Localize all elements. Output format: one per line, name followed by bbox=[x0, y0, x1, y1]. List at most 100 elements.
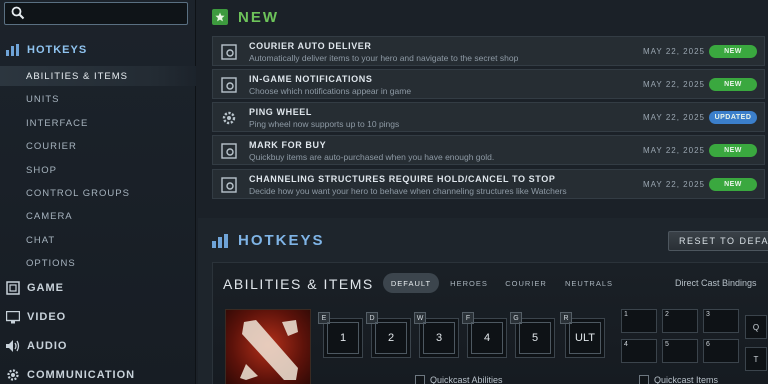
side-item-slot[interactable]: T bbox=[745, 347, 767, 371]
ability-slot[interactable]: D 2 bbox=[366, 312, 411, 358]
sidebar-section-label: HOTKEYS bbox=[27, 44, 88, 56]
sidebar-item-shop[interactable]: SHOP bbox=[0, 160, 196, 180]
speaker-icon bbox=[5, 338, 21, 354]
sidebar-section-video[interactable]: VIDEO bbox=[0, 304, 196, 330]
ability-slot-label: ULT bbox=[569, 322, 601, 354]
sidebar-item-options[interactable]: OPTIONS bbox=[0, 253, 196, 273]
item-slot-number: 4 bbox=[624, 341, 628, 348]
item-slot[interactable]: 5 bbox=[662, 339, 698, 363]
star-icon bbox=[212, 9, 228, 25]
monitor-icon bbox=[5, 309, 21, 325]
sidebar-section-label: AUDIO bbox=[27, 340, 68, 352]
settings-window-icon bbox=[221, 143, 237, 159]
ability-slot[interactable]: W 3 bbox=[414, 312, 459, 358]
sidebar-section-communication[interactable]: COMMUNICATION bbox=[0, 362, 196, 384]
news-row[interactable]: CHANNELING STRUCTURES REQUIRE HOLD/CANCE… bbox=[212, 169, 765, 199]
ability-slot[interactable]: F 4 bbox=[462, 312, 507, 358]
ability-slot-label: 2 bbox=[375, 322, 407, 354]
panel-title: ABILITIES & ITEMS bbox=[223, 276, 374, 292]
ultimate-slot[interactable]: R ULT bbox=[560, 312, 605, 358]
side-item-slot[interactable]: Q bbox=[745, 315, 767, 339]
dota-logo-icon bbox=[240, 320, 298, 380]
news-title: PING WHEEL bbox=[249, 107, 313, 117]
search-input[interactable] bbox=[4, 2, 188, 25]
updated-badge: UPDATED bbox=[709, 111, 757, 124]
item-slot-number: 5 bbox=[665, 341, 669, 348]
news-row[interactable]: IN-GAME NOTIFICATIONS Choose which notif… bbox=[212, 69, 765, 99]
news-title: IN-GAME NOTIFICATIONS bbox=[249, 74, 373, 84]
settings-sidebar: HOTKEYS ABILITIES & ITEMS UNITS INTERFAC… bbox=[0, 0, 196, 384]
sidebar-section-game[interactable]: GAME bbox=[0, 275, 196, 301]
news-title: MARK FOR BUY bbox=[249, 140, 327, 150]
new-section-header: NEW bbox=[212, 6, 279, 28]
hotkeys-header: HOTKEYS bbox=[212, 232, 325, 249]
gear-icon bbox=[222, 111, 236, 125]
tab-default[interactable]: DEFAULT bbox=[383, 273, 439, 293]
hero-portrait bbox=[225, 309, 311, 384]
ability-slot-label: 4 bbox=[471, 322, 503, 354]
news-title: COURIER AUTO DELIVER bbox=[249, 41, 372, 51]
sidebar-item-interface[interactable]: INTERFACE bbox=[0, 113, 196, 133]
direct-cast-bindings-label: Direct Cast Bindings bbox=[675, 278, 757, 288]
sidebar-section-label: GAME bbox=[27, 282, 64, 294]
ability-slot-label: 3 bbox=[423, 322, 455, 354]
new-section-title: NEW bbox=[238, 8, 279, 26]
ability-slot-label: 5 bbox=[519, 322, 551, 354]
settings-window-icon bbox=[221, 177, 237, 193]
ability-slot[interactable]: E 1 bbox=[318, 312, 363, 358]
tab-neutrals[interactable]: NEUTRALS bbox=[561, 273, 617, 293]
sidebar-item-chat[interactable]: CHAT bbox=[0, 230, 196, 250]
item-slot-number: 2 bbox=[665, 311, 669, 318]
item-slot-number: 6 bbox=[706, 341, 710, 348]
ability-slot[interactable]: G 5 bbox=[510, 312, 555, 358]
reset-to-default-button[interactable]: RESET TO DEFAULT bbox=[668, 231, 768, 251]
sidebar-section-hotkeys[interactable]: HOTKEYS bbox=[0, 37, 196, 63]
ability-slot-label: 1 bbox=[327, 322, 359, 354]
sidebar-item-courier[interactable]: COURIER bbox=[0, 136, 196, 156]
tab-courier[interactable]: COURIER bbox=[501, 273, 551, 293]
sidebar-item-control-groups[interactable]: CONTROL GROUPS bbox=[0, 183, 196, 203]
settings-window-icon bbox=[221, 77, 237, 93]
sidebar-section-label: VIDEO bbox=[27, 311, 67, 323]
hotkeys-panel: HOTKEYS RESET TO DEFAULT ABILITIES & ITE… bbox=[198, 218, 768, 384]
tab-heroes[interactable]: HEROES bbox=[447, 273, 491, 293]
quickcast-abilities-checkbox[interactable]: Quickcast Abilities bbox=[415, 375, 503, 384]
item-slot[interactable]: 3 bbox=[703, 309, 739, 333]
new-badge: NEW bbox=[709, 144, 757, 157]
sidebar-item-camera[interactable]: CAMERA bbox=[0, 206, 196, 226]
news-description: Ping wheel now supports up to 10 pings bbox=[249, 119, 400, 129]
news-row[interactable]: COURIER AUTO DELIVER Automatically deliv… bbox=[212, 36, 765, 66]
item-slot[interactable]: 6 bbox=[703, 339, 739, 363]
quickcast-items-label: Quickcast Items bbox=[654, 375, 719, 384]
game-icon bbox=[5, 280, 21, 296]
news-row[interactable]: PING WHEEL Ping wheel now supports up to… bbox=[212, 102, 765, 132]
quickcast-items-checkbox[interactable]: Quickcast Items bbox=[639, 375, 718, 384]
item-slot-number: 1 bbox=[624, 311, 628, 318]
item-slot[interactable]: 4 bbox=[621, 339, 657, 363]
main-content: NEW COURIER AUTO DELIVER Automatically d… bbox=[198, 0, 768, 384]
news-date: MAY 22, 2025 bbox=[643, 180, 705, 189]
abilities-items-panel: ABILITIES & ITEMS DEFAULT HEROES COURIER… bbox=[212, 262, 768, 384]
news-date: MAY 22, 2025 bbox=[643, 146, 705, 155]
news-date: MAY 22, 2025 bbox=[643, 80, 705, 89]
sidebar-section-audio[interactable]: AUDIO bbox=[0, 333, 196, 359]
news-description: Automatically deliver items to your hero… bbox=[249, 53, 519, 63]
sidebar-item-units[interactable]: UNITS bbox=[0, 89, 196, 109]
bars-icon bbox=[5, 42, 21, 58]
quickcast-abilities-label: Quickcast Abilities bbox=[430, 375, 503, 384]
item-slot-number: 3 bbox=[706, 311, 710, 318]
item-slot[interactable]: 2 bbox=[662, 309, 698, 333]
news-date: MAY 22, 2025 bbox=[643, 113, 705, 122]
news-description: Quickbuy items are auto-purchased when y… bbox=[249, 152, 495, 162]
news-description: Decide how you want your hero to behave … bbox=[249, 186, 567, 196]
new-badge: NEW bbox=[709, 178, 757, 191]
sidebar-section-label: COMMUNICATION bbox=[27, 369, 136, 381]
item-slot[interactable]: 1 bbox=[621, 309, 657, 333]
checkbox[interactable] bbox=[639, 375, 649, 384]
new-badge: NEW bbox=[709, 45, 757, 58]
new-badge: NEW bbox=[709, 78, 757, 91]
news-row[interactable]: MARK FOR BUY Quickbuy items are auto-pur… bbox=[212, 135, 765, 165]
sidebar-item-abilities-items[interactable]: ABILITIES & ITEMS bbox=[0, 66, 196, 86]
news-date: MAY 22, 2025 bbox=[643, 47, 705, 56]
checkbox[interactable] bbox=[415, 375, 425, 384]
